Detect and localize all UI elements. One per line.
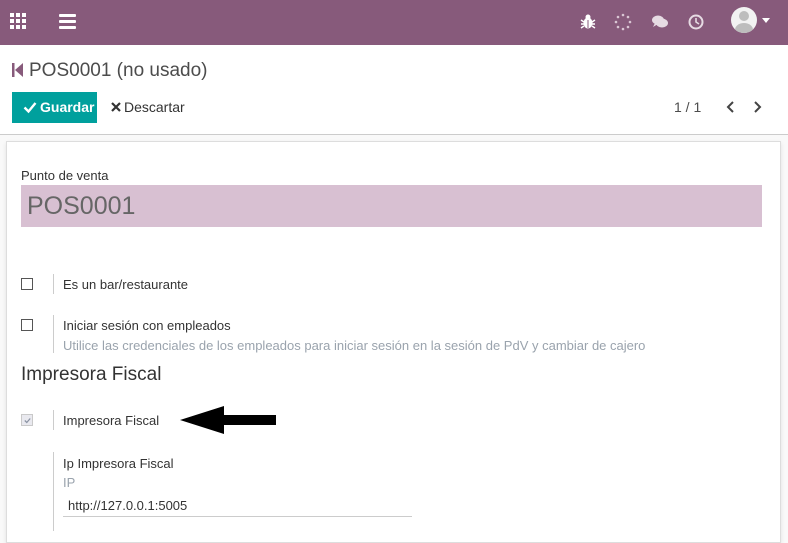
bar-restaurant-label: Es un bar/restaurante [63,277,189,292]
arrow-annotation-icon [180,406,276,434]
top-navbar [0,0,788,45]
chevron-down-icon[interactable] [762,18,770,23]
chevron-right-icon[interactable] [749,99,765,115]
breadcrumb-back-icon[interactable] [12,62,24,78]
chat-icon[interactable] [650,12,670,32]
close-icon [111,102,121,112]
separator [53,315,54,353]
user-avatar-icon[interactable] [731,7,757,33]
separator [53,410,54,430]
pager-value[interactable]: 1 / 1 [674,99,701,115]
save-button[interactable]: Guardar [12,92,97,123]
pos-name-input[interactable]: POS0001 [21,185,762,227]
control-panel [0,45,788,135]
fiscal-ip-label: Ip Impresora Fiscal [63,456,174,471]
separator [53,274,54,294]
breadcrumb-title: POS0001 (no usado) [29,60,208,81]
fiscal-ip-input[interactable] [63,495,412,517]
fiscal-printer-checkbox[interactable] [21,414,33,426]
save-button-label: Guardar [40,99,95,115]
section-title: Impresora Fiscal [21,364,162,385]
clock-icon[interactable] [686,12,706,32]
bug-icon[interactable] [578,12,598,32]
hamburger-menu-icon[interactable] [59,14,77,30]
apps-grid-icon[interactable] [10,13,30,33]
pos-name-label: Punto de venta [21,168,109,183]
separator [53,452,54,531]
check-icon [23,102,37,114]
chevron-left-icon[interactable] [723,99,739,115]
employee-login-checkbox[interactable] [21,319,33,331]
fiscal-ip-help: IP [63,475,76,490]
discard-button-label: Descartar [124,99,185,115]
spinner-icon [614,13,632,31]
bar-restaurant-checkbox[interactable] [21,278,33,290]
fiscal-printer-label: Impresora Fiscal [63,413,160,428]
check-icon [24,418,31,424]
employee-login-help: Utilice las credenciales de los empleado… [63,338,646,353]
employee-login-label: Iniciar sesión con empleados [63,318,231,333]
